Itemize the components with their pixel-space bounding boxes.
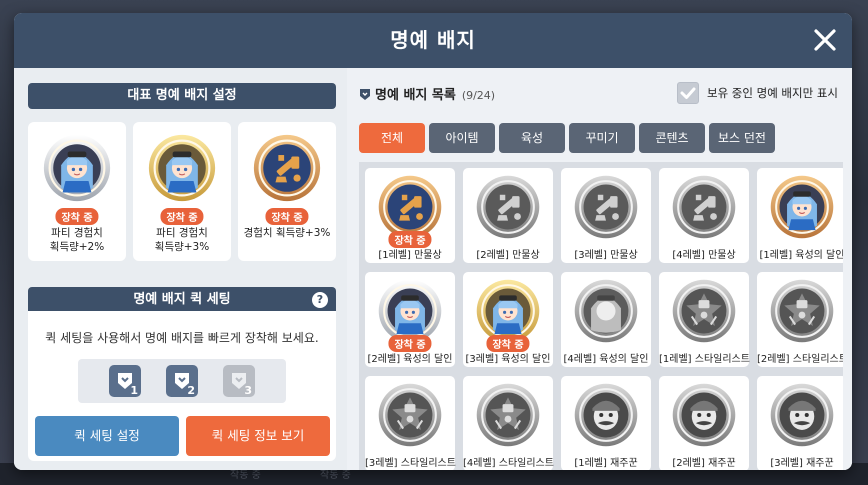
trickster-badge-icon — [768, 381, 836, 449]
badge-count: (9/24) — [461, 89, 496, 102]
rep-badge-card-1[interactable]: 장착 중 파티 경험치 획득량+2% — [28, 122, 126, 261]
idol-girl-badge-icon — [768, 173, 836, 241]
badge-item[interactable]: [3레벨] 만물상 — [561, 168, 651, 263]
badge-label: [2레벨] 스타일리스트 — [757, 354, 843, 365]
merchant-goods-badge-icon — [474, 173, 542, 241]
checkmark-icon — [680, 87, 696, 99]
rep-badge-card-3[interactable]: 장착 중 경험치 획득량+3% — [238, 122, 336, 261]
tab-item[interactable]: 아이템 — [429, 123, 495, 153]
quick-slot-number: 2 — [187, 384, 195, 397]
badge-item[interactable]: [2레벨] 만물상 — [463, 168, 553, 263]
quick-slot-3[interactable]: 3 — [223, 365, 255, 397]
stylist-badge-icon — [376, 381, 444, 449]
badge-list-title: 명예 배지 목록 — [375, 88, 456, 103]
badge-label: [1레벨] 육성의 달인 — [759, 250, 843, 261]
owned-only-label: 보유 중인 명예 배지만 표시 — [706, 86, 838, 100]
tab-content[interactable]: 콘텐츠 — [639, 123, 705, 153]
modal-header: 명예 배지 — [14, 13, 852, 68]
idol-girl-badge-icon — [572, 277, 640, 345]
badge-label: [4레벨] 스타일리스트 — [463, 458, 554, 469]
badge-label: [2레벨] 만물상 — [476, 250, 540, 261]
equipped-tag: 장착 중 — [265, 208, 309, 225]
badge-label: [3레벨] 만물상 — [574, 250, 638, 261]
close-icon — [814, 29, 836, 51]
quick-setting-section-title: 명예 배지 퀵 세팅 ? — [28, 287, 336, 313]
stylist-badge-icon — [474, 381, 542, 449]
rep-badge-card-2[interactable]: 장착 중 파티 경험치 획득량+3% — [133, 122, 231, 261]
shield-icon — [360, 89, 370, 100]
badge-item[interactable]: [4레벨] 스타일리스트 — [463, 376, 554, 470]
idol-girl-badge-icon — [146, 132, 218, 204]
stylist-badge-icon — [768, 277, 836, 345]
tab-growth[interactable]: 육성 — [499, 123, 565, 153]
tab-all[interactable]: 전체 — [359, 123, 425, 153]
honor-badge-modal: 명예 배지 대표 명예 배지 설정 장착 중 파티 경험치 획득량+2% 장착 … — [14, 13, 852, 470]
equipped-tag: 장착 중 — [55, 208, 99, 225]
badge-list-header: 명예 배지 목록 (9/24) — [359, 84, 495, 104]
badge-item[interactable]: 장착 중 [2레벨] 육성의 달인 — [365, 272, 455, 367]
quick-setting-setup-button[interactable]: 퀵 세팅 설정 — [35, 416, 179, 456]
badge-item[interactable]: 장착 중 [3레벨] 육성의 달인 — [463, 272, 553, 367]
badge-label: [1레벨] 만물상 — [378, 250, 442, 261]
badge-item[interactable]: [2레벨] 스타일리스트 — [757, 272, 843, 367]
quick-setting-info-button[interactable]: 퀵 세팅 정보 보기 — [186, 416, 330, 456]
owned-only-filter[interactable]: 보유 중인 명예 배지만 표시 — [676, 82, 838, 104]
badge-item[interactable]: [4레벨] 만물상 — [659, 168, 749, 263]
badge-grid: 장착 중 [1레벨] 만물상 [2레벨] 만물상 [3레벨] 만물상 [4레벨]… — [359, 162, 843, 470]
trickster-badge-icon — [572, 381, 640, 449]
merchant-goods-badge-icon — [251, 132, 323, 204]
badge-item[interactable]: [1레벨] 스타일리스트 — [659, 272, 750, 367]
quick-slot-number: 3 — [244, 384, 252, 397]
quick-setting-title-text: 명예 배지 퀵 세팅 — [133, 292, 231, 307]
badge-effect-text: 파티 경험치 획득량+3% — [154, 227, 210, 253]
badge-item[interactable]: [1레벨] 재주꾼 — [561, 376, 651, 470]
badge-label: [4레벨] 만물상 — [672, 250, 736, 261]
badge-label: [4레벨] 육성의 달인 — [563, 354, 649, 365]
badge-label: [1레벨] 재주꾼 — [574, 458, 638, 469]
quick-setting-description: 퀵 세팅을 사용해서 명예 배지를 빠르게 장착해 보세요. — [45, 331, 319, 345]
quick-slot-tray: 1 2 3 — [78, 359, 286, 403]
badge-label: [3레벨] 재주꾼 — [770, 458, 834, 469]
tab-decorate[interactable]: 꾸미기 — [569, 123, 635, 153]
rep-badge-section-title: 대표 명예 배지 설정 — [28, 83, 336, 109]
badge-label: [2레벨] 재주꾼 — [672, 458, 736, 469]
quick-slot-number: 1 — [130, 384, 138, 397]
idol-girl-badge-icon — [41, 132, 113, 204]
badge-item[interactable]: [3레벨] 스타일리스트 — [365, 376, 456, 470]
badge-effect-text: 경험치 획득량+3% — [243, 227, 331, 239]
badge-item[interactable]: [2레벨] 재주꾼 — [659, 376, 749, 470]
left-panel: 대표 명예 배지 설정 장착 중 파티 경험치 획득량+2% 장착 중 파티 경… — [14, 68, 347, 470]
badge-item[interactable]: 장착 중 [1레벨] 만물상 — [365, 168, 455, 263]
badge-label: [3레벨] 스타일리스트 — [365, 458, 456, 469]
right-panel: 명예 배지 목록 (9/24) 보유 중인 명예 배지만 표시 전체 아이템 육성… — [347, 68, 852, 470]
quick-slot-1[interactable]: 1 — [109, 365, 141, 397]
help-icon[interactable]: ? — [312, 292, 328, 308]
quick-setting-box: 퀵 세팅을 사용해서 명예 배지를 빠르게 장착해 보세요. 1 2 3 퀵 세… — [28, 311, 336, 461]
badge-label: [2레벨] 육성의 달인 — [367, 354, 453, 365]
badge-item[interactable]: [1레벨] 육성의 달인 — [757, 168, 843, 263]
merchant-goods-badge-icon — [572, 173, 640, 241]
badge-label: [3레벨] 육성의 달인 — [465, 354, 551, 365]
trickster-badge-icon — [670, 381, 738, 449]
quick-slot-2[interactable]: 2 — [166, 365, 198, 397]
badge-item[interactable]: [4레벨] 육성의 달인 — [561, 272, 651, 367]
equipped-tag: 장착 중 — [160, 208, 204, 225]
close-button[interactable] — [810, 25, 840, 55]
stylist-badge-icon — [670, 277, 738, 345]
modal-title: 명예 배지 — [390, 28, 476, 52]
badge-effect-text: 파티 경험치 획득량+2% — [49, 227, 105, 253]
merchant-goods-badge-icon — [670, 173, 738, 241]
badge-item[interactable]: [3레벨] 재주꾼 — [757, 376, 843, 470]
badge-label: [1레벨] 스타일리스트 — [659, 354, 750, 365]
tab-boss-dungeon[interactable]: 보스 던전 — [709, 123, 775, 153]
owned-only-checkbox[interactable] — [676, 82, 699, 104]
